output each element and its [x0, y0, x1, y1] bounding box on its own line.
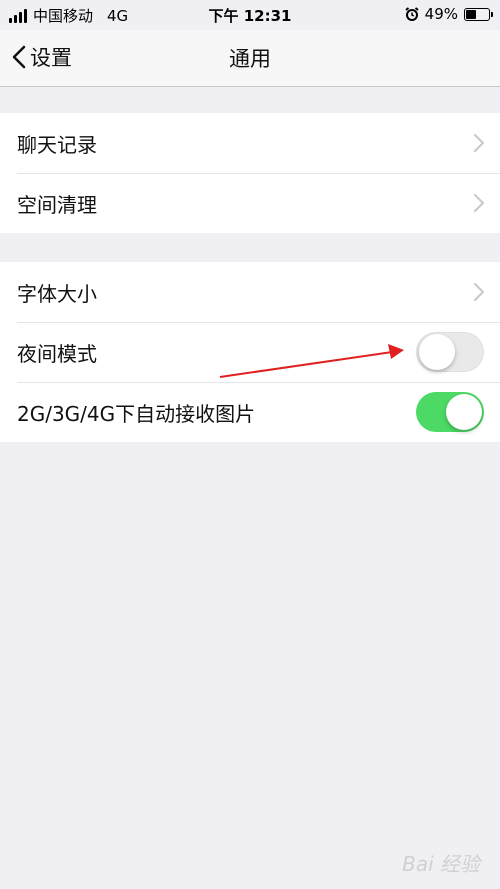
cell-storage-cleanup[interactable]: 空间清理	[0, 173, 500, 233]
watermark: Bai 经验	[402, 852, 480, 876]
nav-bar: 设置 通用	[0, 30, 500, 87]
cell-label: 空间清理	[17, 192, 97, 217]
cell-label: 2G/3G/4G下自动接收图片	[17, 401, 256, 426]
cell-label: 夜间模式	[17, 341, 97, 366]
cell-label: 字体大小	[17, 281, 97, 306]
cell-auto-download-images: 2G/3G/4G下自动接收图片	[0, 382, 500, 442]
settings-group-display: 字体大小 夜间模式 2G/3G/4G下自动接收图片	[0, 262, 500, 442]
settings-group-storage: 聊天记录 空间清理	[0, 113, 500, 233]
battery-icon	[464, 7, 493, 21]
toggle-knob	[419, 334, 455, 370]
status-right: 49%	[405, 5, 493, 23]
page-title: 通用	[229, 47, 271, 71]
screen: 中国移动 4G 下午 12:31 49% 设置 通用 聊天记录 空间清理 字体大…	[0, 0, 500, 889]
toggle-knob	[446, 394, 482, 430]
battery-fill	[466, 9, 476, 19]
chevron-right-icon	[474, 194, 484, 212]
chevron-right-icon	[474, 283, 484, 301]
night-mode-toggle[interactable]	[416, 332, 484, 372]
chevron-right-icon	[474, 134, 484, 152]
cell-font-size[interactable]: 字体大小	[0, 262, 500, 322]
status-bar: 中国移动 4G 下午 12:31 49%	[0, 0, 500, 30]
cell-label: 聊天记录	[17, 132, 97, 157]
auto-download-toggle[interactable]	[416, 392, 484, 432]
cell-chat-history[interactable]: 聊天记录	[0, 113, 500, 173]
alarm-icon	[405, 7, 419, 21]
cell-night-mode: 夜间模式	[0, 322, 500, 382]
battery-percent: 49%	[424, 5, 458, 23]
